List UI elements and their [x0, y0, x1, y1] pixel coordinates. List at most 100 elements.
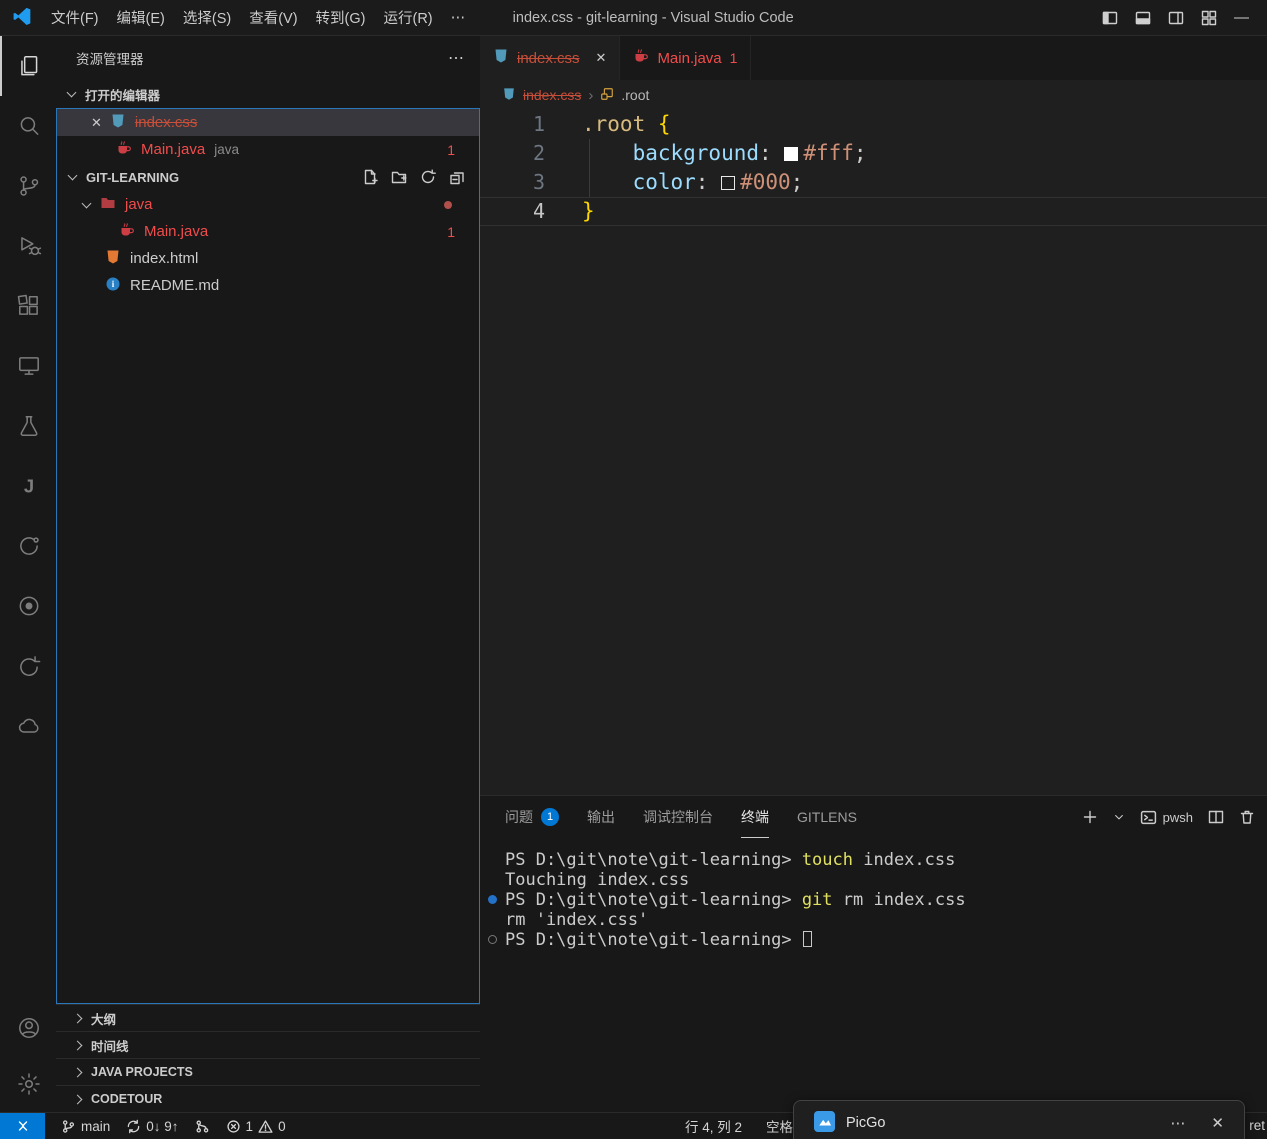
close-tab-icon[interactable]: ✕	[596, 50, 607, 66]
remote-indicator[interactable]	[0, 1113, 45, 1139]
colon-token: :	[759, 141, 784, 165]
activity-cloud[interactable]	[0, 696, 56, 756]
gear-icon	[16, 1071, 42, 1097]
open-editor-folder-hint: java	[214, 142, 239, 157]
explorer-tree: ✕ index.css Main.java java 1 GIT-LEARNIN…	[56, 108, 480, 1004]
command-decoration-icon[interactable]	[488, 935, 497, 944]
color-swatch-white[interactable]	[784, 147, 798, 161]
files-icon	[16, 53, 42, 79]
section-java-projects[interactable]: JAVA PROJECTS	[56, 1058, 480, 1085]
problems-status[interactable]: 1 0	[226, 1119, 286, 1134]
menu-selection[interactable]: 选择(S)	[174, 7, 240, 28]
open-editor-index-css[interactable]: ✕ index.css	[57, 109, 479, 136]
activity-remote-explorer[interactable]	[0, 336, 56, 396]
command-decoration-icon[interactable]	[488, 895, 497, 904]
notification-more-icon[interactable]: ⋯	[1170, 1114, 1185, 1132]
activity-extensions[interactable]	[0, 276, 56, 336]
open-editors-header[interactable]: 打开的编辑器	[56, 80, 480, 108]
tab-index-css[interactable]: index.css ✕	[480, 36, 620, 80]
window-controls: —	[1102, 9, 1267, 26]
activity-search[interactable]	[0, 96, 56, 156]
menu-go[interactable]: 转到(G)	[307, 7, 375, 28]
tree-file-index-html[interactable]: index.html	[57, 245, 479, 272]
sync-icon	[126, 1119, 141, 1134]
settings-button[interactable]	[0, 1056, 56, 1112]
open-editors-label: 打开的编辑器	[85, 85, 160, 104]
notification-close-icon[interactable]: ✕	[1211, 1114, 1224, 1132]
account-button[interactable]	[0, 1000, 56, 1056]
terminal-line: PS D:\git\note\git-learning> touch index…	[480, 850, 1267, 870]
css-value-token: #000	[740, 170, 791, 194]
explorer-more-actions-icon[interactable]: ⋯	[448, 48, 464, 68]
panel-tab-problems[interactable]: 问题1	[505, 796, 559, 838]
sync-status[interactable]: 0↓ 9↑	[126, 1119, 178, 1134]
terminal-cursor	[803, 931, 812, 947]
refresh-icon[interactable]	[420, 169, 436, 185]
activity-record[interactable]	[0, 576, 56, 636]
code-editor[interactable]: 1.root { 2 background: #fff; 3 color: #0…	[480, 110, 1267, 226]
status-bar-truncated-item[interactable]: ret	[1249, 1118, 1265, 1133]
new-file-icon[interactable]	[362, 169, 378, 185]
project-section-header[interactable]: GIT-LEARNING	[57, 163, 479, 191]
open-editor-main-java[interactable]: Main.java java 1	[57, 136, 479, 163]
terminal-output[interactable]: PS D:\git\note\git-learning> touch index…	[480, 838, 1267, 950]
vscode-window: 文件(F) 编辑(E) 选择(S) 查看(V) 转到(G) 运行(R) ⋯ in…	[0, 0, 1267, 1139]
menu-run[interactable]: 运行(R)	[374, 7, 441, 28]
activity-run-debug[interactable]	[0, 216, 56, 276]
indentation-status[interactable]: 空格	[766, 1116, 793, 1136]
terminal-profile-chevron-icon[interactable]	[1113, 811, 1125, 823]
section-codetour[interactable]: CODETOUR	[56, 1085, 480, 1112]
color-swatch-black[interactable]	[721, 176, 735, 190]
editor-tab-bar: index.css ✕ Main.java 1	[480, 36, 1267, 80]
terminal-args: index.css	[853, 850, 955, 870]
section-outline[interactable]: 大纲	[56, 1004, 480, 1031]
tree-file-main-java[interactable]: Main.java 1	[57, 218, 479, 245]
activity-history[interactable]	[0, 636, 56, 696]
menu-file[interactable]: 文件(F)	[42, 7, 108, 28]
toggle-secondary-sidebar-icon[interactable]	[1168, 10, 1184, 26]
cursor-position-status[interactable]: 行 4, 列 2	[685, 1116, 742, 1136]
open-brace-token: {	[645, 112, 670, 136]
new-folder-icon[interactable]	[391, 169, 407, 185]
breadcrumb-symbol[interactable]: .root	[621, 87, 649, 103]
menu-view[interactable]: 查看(V)	[240, 7, 306, 28]
split-terminal-icon[interactable]	[1208, 809, 1224, 825]
activity-testing[interactable]	[0, 396, 56, 456]
activity-explorer[interactable]	[0, 36, 56, 96]
section-timeline[interactable]: 时间线	[56, 1031, 480, 1058]
commit-graph-button[interactable]	[195, 1119, 210, 1134]
css-file-icon	[493, 48, 509, 68]
activity-gradle[interactable]	[0, 516, 56, 576]
minimize-button[interactable]: —	[1234, 9, 1249, 26]
tree-file-readme[interactable]: i README.md	[57, 272, 479, 299]
panel-tab-gitlens[interactable]: GITLENS	[797, 796, 857, 838]
picgo-icon	[814, 1111, 835, 1135]
menu-edit[interactable]: 编辑(E)	[108, 7, 174, 28]
java-extension-icon: J	[16, 473, 42, 499]
panel-tab-output[interactable]: 输出	[587, 796, 615, 838]
tree-item-label: index.html	[130, 250, 198, 267]
tab-main-java[interactable]: Main.java 1	[620, 36, 751, 80]
menu-more-icon[interactable]: ⋯	[442, 10, 475, 26]
terminal-prompt: PS D:\git\note\git-learning>	[505, 930, 802, 950]
toggle-primary-sidebar-icon[interactable]	[1102, 10, 1118, 26]
window-title: index.css - git-learning - Visual Studio…	[513, 10, 794, 26]
new-terminal-icon[interactable]	[1082, 809, 1098, 825]
terminal-profile-pwsh[interactable]: pwsh	[1140, 809, 1193, 826]
activity-source-control[interactable]	[0, 156, 56, 216]
customize-layout-icon[interactable]	[1201, 10, 1217, 26]
close-editor-icon[interactable]: ✕	[91, 115, 102, 131]
toggle-panel-icon[interactable]	[1135, 10, 1151, 26]
css-file-icon	[110, 113, 126, 133]
section-label: JAVA PROJECTS	[91, 1065, 193, 1079]
branch-status[interactable]: main	[61, 1119, 110, 1134]
activity-java[interactable]: J	[0, 456, 56, 516]
breadcrumb-file[interactable]: index.css	[523, 87, 581, 103]
java-file-icon	[633, 48, 649, 68]
panel-tab-terminal[interactable]: 终端	[741, 796, 769, 838]
kill-terminal-icon[interactable]	[1239, 809, 1255, 825]
collapse-all-icon[interactable]	[449, 169, 465, 185]
panel-tab-label: 调试控制台	[643, 807, 713, 827]
tree-folder-java[interactable]: java	[57, 191, 479, 218]
panel-tab-debug-console[interactable]: 调试控制台	[643, 796, 713, 838]
